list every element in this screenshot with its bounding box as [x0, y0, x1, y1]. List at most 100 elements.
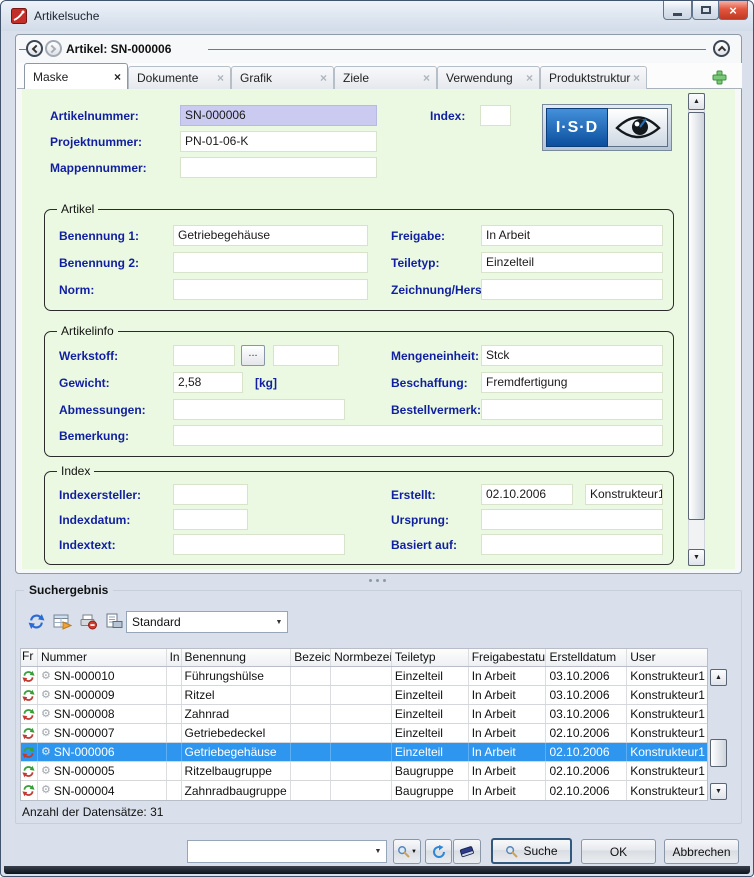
- table-row[interactable]: ⚙SN-000007 Getriebedeckel Einzelteil In …: [21, 724, 707, 743]
- erstellt-field[interactable]: 02.10.2006: [481, 484, 573, 505]
- erstellt-label: Erstellt:: [391, 488, 436, 502]
- column-header-nummer[interactable]: Nummer: [38, 649, 167, 666]
- form-scroll-up-button[interactable]: ▲: [688, 93, 705, 110]
- splitter-handle[interactable]: [1, 579, 753, 582]
- bemerkung-field[interactable]: [173, 425, 663, 446]
- tab-ziele[interactable]: Ziele ×: [334, 66, 437, 89]
- chevron-up-icon: [717, 46, 725, 54]
- column-header-benennung[interactable]: Benennung: [182, 649, 292, 666]
- index-field[interactable]: [480, 105, 511, 126]
- column-header-teiletyp[interactable]: Teiletyp: [392, 649, 469, 666]
- gewicht-field[interactable]: 2,58: [173, 372, 243, 393]
- cell-nummer: SN-000008: [54, 707, 115, 721]
- window-titlebar[interactable]: Artikelsuche ×: [1, 1, 753, 31]
- nav-back-button[interactable]: [26, 40, 43, 57]
- artikelsuche-window: Artikelsuche × Artikel: SN-000006 Maske …: [0, 0, 754, 877]
- werkstoff-browse-button[interactable]: ...: [241, 345, 265, 366]
- add-tab-button[interactable]: [710, 68, 728, 86]
- table-row[interactable]: ⚙SN-000008 Zahnrad Einzelteil In Arbeit …: [21, 705, 707, 724]
- tab-label: Verwendung: [446, 71, 513, 85]
- zeichnung-field[interactable]: [481, 279, 663, 300]
- indextext-field[interactable]: [173, 534, 345, 555]
- projektnummer-field[interactable]: PN-01-06-K: [180, 131, 377, 152]
- column-header-freigabestatus[interactable]: Freigabestatus: [469, 649, 547, 666]
- tab-produktstruktur[interactable]: Produktstruktur ×: [540, 66, 647, 89]
- column-header-user[interactable]: User: [627, 649, 707, 666]
- tab-label: Dokumente: [137, 71, 198, 85]
- mappennummer-field[interactable]: [180, 157, 377, 178]
- column-header-normbezeichnung[interactable]: Normbezeich: [331, 649, 392, 666]
- search-options-button[interactable]: ▼: [393, 839, 421, 864]
- cell-user: Konstrukteur1: [627, 781, 707, 800]
- table-scrollbar-thumb[interactable]: [710, 739, 727, 767]
- ursprung-field[interactable]: [481, 509, 663, 530]
- suche-button[interactable]: Suche: [491, 838, 572, 864]
- refresh-button[interactable]: [425, 839, 452, 864]
- artikelnummer-field[interactable]: SN-000006: [180, 105, 377, 126]
- tab-close-icon[interactable]: ×: [217, 71, 224, 85]
- tab-close-icon[interactable]: ×: [633, 71, 640, 85]
- tab-close-icon[interactable]: ×: [423, 71, 430, 85]
- sync-status-icon: [22, 727, 35, 740]
- column-header-bezeichnung[interactable]: Bezeich: [291, 649, 331, 666]
- minimize-button[interactable]: [663, 1, 692, 20]
- nav-forward-button[interactable]: [45, 40, 62, 57]
- print-list-button[interactable]: [102, 609, 126, 633]
- tab-maske[interactable]: Maske ×: [24, 63, 128, 89]
- column-header-in[interactable]: In: [167, 649, 182, 666]
- tab-dokumente[interactable]: Dokumente ×: [128, 66, 231, 89]
- tab-close-icon[interactable]: ×: [526, 71, 533, 85]
- sync-status-icon: [22, 765, 35, 778]
- export-table-button[interactable]: [50, 609, 74, 633]
- basiert-auf-field[interactable]: [481, 534, 663, 555]
- freigabe-field[interactable]: In Arbeit: [481, 225, 663, 246]
- table-scroll-up-button[interactable]: ▲: [710, 669, 727, 686]
- bestellvermerk-field[interactable]: [481, 399, 663, 420]
- tab-close-icon[interactable]: ×: [114, 70, 121, 84]
- view-select-combobox[interactable]: Standard ▼: [126, 611, 288, 633]
- form-scrollbar-thumb[interactable]: [688, 112, 705, 520]
- sync-status-icon: [22, 670, 35, 683]
- tab-grafik[interactable]: Grafik ×: [231, 66, 334, 89]
- freigabe-label: Freigabe:: [391, 229, 445, 243]
- table-scroll-down-button[interactable]: ▼: [710, 783, 727, 800]
- cell-datum: 02.10.2006: [546, 781, 627, 800]
- werkstoff-field[interactable]: [173, 345, 235, 366]
- norm-field[interactable]: [173, 279, 368, 300]
- norm-label: Norm:: [59, 283, 94, 297]
- cell-nummer: SN-000005: [54, 764, 115, 778]
- cell-user: Konstrukteur1: [627, 724, 707, 742]
- refresh-results-button[interactable]: [24, 609, 48, 633]
- abbrechen-button[interactable]: Abbrechen: [664, 839, 739, 864]
- ok-button[interactable]: OK: [581, 839, 656, 864]
- ursprung-label: Ursprung:: [391, 513, 449, 527]
- beschaffung-field[interactable]: Fremdfertigung: [481, 372, 663, 393]
- table-row[interactable]: ⚙SN-000010 Führungshülse Einzelteil In A…: [21, 667, 707, 686]
- mengeneinheit-field[interactable]: Stck: [481, 345, 663, 366]
- close-button[interactable]: ×: [718, 1, 748, 20]
- indexersteller-field[interactable]: [173, 484, 248, 505]
- print-delete-button[interactable]: [76, 609, 100, 633]
- table-row[interactable]: ⚙SN-000004 Zahnradbaugruppe Baugruppe In…: [21, 781, 707, 800]
- column-header-fr[interactable]: Fr: [21, 649, 38, 666]
- table-row[interactable]: ⚙SN-000005 Ritzelbaugruppe Baugruppe In …: [21, 762, 707, 781]
- clear-button[interactable]: [453, 839, 481, 864]
- collapse-button[interactable]: [713, 40, 730, 57]
- werkstoff-field2[interactable]: [273, 345, 339, 366]
- maximize-button[interactable]: [692, 1, 719, 20]
- abmessungen-field[interactable]: [173, 399, 345, 420]
- tab-close-icon[interactable]: ×: [320, 71, 327, 85]
- benennung2-field[interactable]: [173, 252, 368, 273]
- table-row-selected[interactable]: ⚙SN-000006 Getriebegehäuse Einzelteil In…: [21, 743, 707, 762]
- form-scroll-down-button[interactable]: ▼: [688, 549, 705, 566]
- indexdatum-field[interactable]: [173, 509, 248, 530]
- cell-teiletyp: Einzelteil: [392, 667, 469, 685]
- column-header-erstelldatum[interactable]: Erstelldatum: [546, 649, 627, 666]
- quick-search-combobox[interactable]: ▼: [187, 840, 387, 863]
- tab-verwendung[interactable]: Verwendung ×: [437, 66, 540, 89]
- teiletyp-field[interactable]: Einzelteil: [481, 252, 663, 273]
- table-row[interactable]: ⚙SN-000009 Ritzel Einzelteil In Arbeit 0…: [21, 686, 707, 705]
- artikelnummer-label: Artikelnummer:: [50, 109, 139, 123]
- benennung1-field[interactable]: Getriebegehäuse: [173, 225, 368, 246]
- cell-benennung: Getriebegehäuse: [182, 743, 292, 761]
